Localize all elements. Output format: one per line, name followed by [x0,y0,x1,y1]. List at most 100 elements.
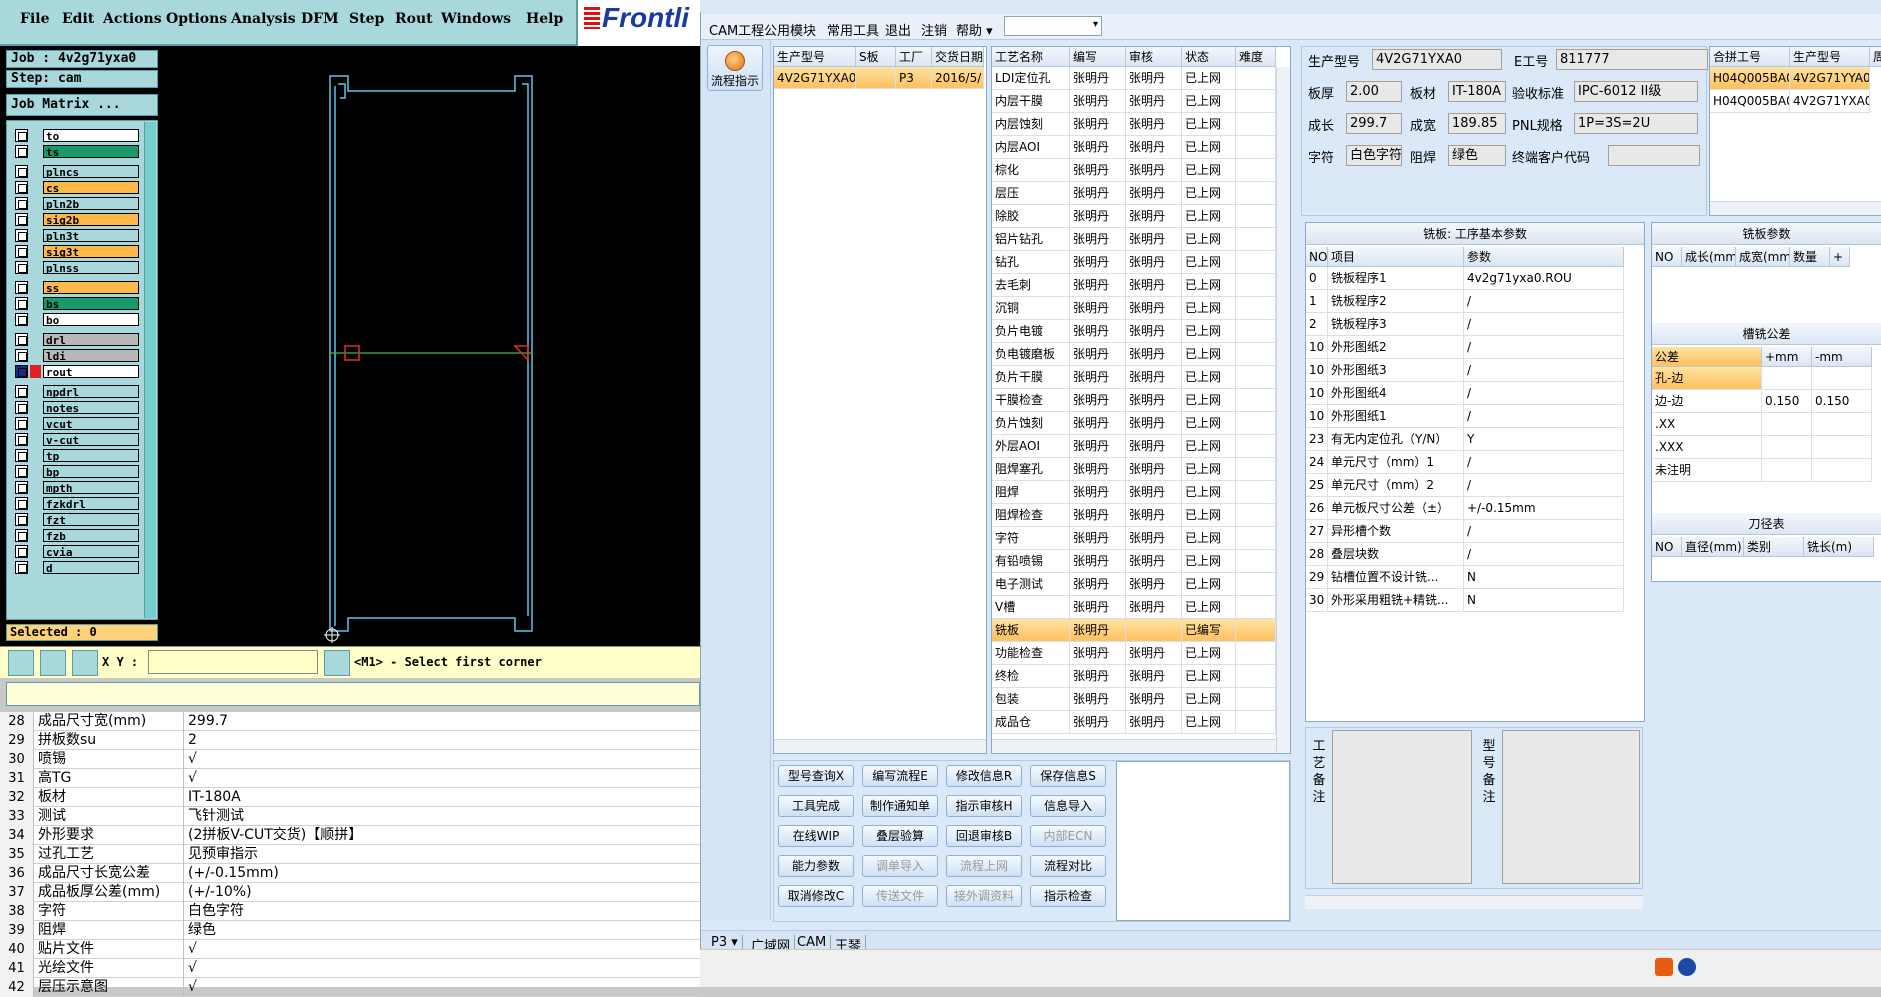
process-cell[interactable]: 张明丹 [1070,228,1126,251]
sheet-key-cell[interactable]: 成品尺寸长宽公差 [36,864,184,883]
layer-checkbox[interactable] [15,561,28,574]
process-cell[interactable] [1236,642,1276,665]
layer-row-plncs[interactable]: plncs [13,165,139,179]
process-cell[interactable] [1236,550,1276,573]
process-cell[interactable]: 已上网 [1182,481,1236,504]
process-cell[interactable]: 张明丹 [1126,251,1182,274]
info-eno[interactable]: 811777 [1556,49,1708,70]
process-cell[interactable]: 张明丹 [1126,389,1182,412]
sheet-value-cell[interactable]: (2拼板V-CUT交货)【顺拼】 [186,826,700,845]
mill-cell[interactable]: 24 [1306,451,1328,474]
process-cell[interactable]: 电子测试 [992,573,1070,596]
menu-step[interactable]: Step [349,11,384,27]
process-cell[interactable]: 张明丹 [1070,527,1126,550]
process-cell[interactable]: 张明丹 [1070,159,1126,182]
mill-cell[interactable]: 铣板程序1 [1328,267,1464,290]
mill-cell[interactable]: 2 [1306,313,1328,336]
layer-checkbox[interactable] [15,365,28,378]
process-cell[interactable]: 棕化 [992,159,1070,182]
action-button[interactable]: 接外调资料 [946,885,1022,907]
process-cell[interactable]: 张明丹 [1126,274,1182,297]
process-cell[interactable] [1236,251,1276,274]
process-cell[interactable]: 已上网 [1182,642,1236,665]
process-cell[interactable] [1236,458,1276,481]
mill-header[interactable]: 项目 [1328,247,1464,267]
process-cell[interactable]: 张明丹 [1126,435,1182,458]
tolerance-cell[interactable] [1762,413,1812,436]
info-len[interactable]: 299.7 [1346,113,1402,134]
process-cell[interactable]: 层压 [992,182,1070,205]
process-cell[interactable]: 成品仓 [992,711,1070,734]
menu-file[interactable]: File [20,11,49,27]
mill-cell[interactable]: 有无内定位孔（Y/N） [1328,428,1464,451]
mill-cell[interactable]: 1 [1306,290,1328,313]
layer-row-ldi[interactable]: ldi [13,349,139,363]
process-cell[interactable]: 字符 [992,527,1070,550]
sheet-key-cell[interactable]: 贴片文件 [36,940,184,959]
process-cell[interactable]: 张明丹 [1126,228,1182,251]
orders-cell[interactable]: 2016/5/ [932,67,984,89]
cam-menu-item[interactable]: 常用工具 [827,20,879,39]
mill-cell[interactable]: +/-0.15mm [1464,497,1624,520]
orders-header[interactable]: 工厂 [896,47,932,67]
process-cell[interactable]: 张明丹 [1126,665,1182,688]
process-cell[interactable]: 张明丹 [1126,205,1182,228]
tolerance-header[interactable]: -mm [1812,347,1872,367]
action-button[interactable]: 指示检查 [1030,885,1106,907]
layer-row-fzkdrl[interactable]: fzkdrl [13,497,139,511]
layer-checkbox[interactable] [15,529,28,542]
merge-header[interactable]: 合拼工号 [1710,47,1790,67]
mill-cell[interactable]: 10 [1306,359,1328,382]
tolerance-cell[interactable]: 边-边 [1652,390,1762,413]
process-cell[interactable]: 张明丹 [1126,366,1182,389]
layer-checkbox[interactable] [15,229,28,242]
process-cell[interactable] [1236,67,1276,90]
layer-row-rout[interactable]: rout [13,365,139,379]
mill-cell[interactable]: 26 [1306,497,1328,520]
process-cell[interactable] [1236,297,1276,320]
layer-checkbox[interactable] [15,281,28,294]
process-cell[interactable]: 张明丹 [1070,412,1126,435]
process-cell[interactable] [1236,688,1276,711]
mill-cell[interactable]: 外形图纸3 [1328,359,1464,382]
cam-toolbar-combo[interactable] [1004,16,1102,36]
process-cell[interactable] [1236,665,1276,688]
process-cell[interactable]: 负片蚀刻 [992,412,1070,435]
process-cell[interactable]: 已上网 [1182,90,1236,113]
orders-header[interactable]: 生产型号 [774,47,856,67]
sheet-value-cell[interactable]: √ [186,959,700,978]
orders-header[interactable]: 交货日期 [932,47,984,67]
zoom-box-icon[interactable] [8,650,34,676]
sheet-value-cell[interactable]: √ [186,769,700,788]
process-cell[interactable]: 张明丹 [1070,573,1126,596]
layer-checkbox[interactable] [15,213,28,226]
info-char[interactable]: 白色字符 [1346,145,1402,166]
sheet-key-cell[interactable]: 字符 [36,902,184,921]
layer-checkbox[interactable] [15,129,28,142]
process-cell[interactable]: 已上网 [1182,458,1236,481]
layer-row-fzb[interactable]: fzb [13,529,139,543]
process-cell[interactable]: 张明丹 [1070,389,1126,412]
mill-cell[interactable]: N [1464,589,1624,612]
layer-row-to[interactable]: to [13,129,139,143]
mill-header[interactable]: NO [1306,247,1328,267]
layer-checkbox[interactable] [15,165,28,178]
layer-checkbox[interactable] [15,349,28,362]
info-icon[interactable] [324,650,350,676]
action-button[interactable]: 能力参数 [778,855,854,877]
process-cell[interactable]: 包装 [992,688,1070,711]
process-cell[interactable] [1236,343,1276,366]
cam-menu-item[interactable]: 注销 [921,20,947,39]
process-cell[interactable] [1236,435,1276,458]
mill-cell[interactable]: 单元板尺寸公差（±） [1328,497,1464,520]
process-cell[interactable] [1236,182,1276,205]
tolerance-cell[interactable]: .XX [1652,413,1762,436]
process-cell[interactable]: 负电镀磨板 [992,343,1070,366]
sheet-key-cell[interactable]: 成品尺寸宽(mm) [36,712,184,731]
process-cell[interactable]: 张明丹 [1126,642,1182,665]
layer-checkbox[interactable] [15,297,28,310]
layer-row-sig3t[interactable]: sig3t [13,245,139,259]
process-cell[interactable]: 阻焊 [992,481,1070,504]
process-cell[interactable] [1236,274,1276,297]
layer-row-ss[interactable]: ss [13,281,139,295]
